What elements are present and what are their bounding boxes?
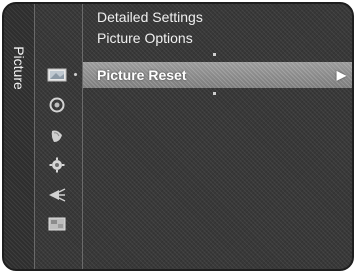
scroll-down-indicator xyxy=(213,92,216,95)
menu-item-picture-reset[interactable]: Picture Reset ▶ xyxy=(83,62,352,88)
picture-menu-list: Detailed Settings Picture Options Pictur… xyxy=(83,4,352,269)
tv-menu-frame: Picture Detailed Settings Picture Option… xyxy=(2,2,354,271)
picture-icon[interactable] xyxy=(46,66,77,84)
setup-icon[interactable] xyxy=(46,127,68,145)
category-label: Picture xyxy=(11,46,27,90)
submenu-arrow-icon: ▶ xyxy=(336,68,346,82)
support-icon[interactable] xyxy=(46,215,68,233)
menu-item-label: Picture Reset xyxy=(97,67,187,83)
menu-item-label: Detailed Settings xyxy=(97,9,203,25)
menu-icon-column xyxy=(34,4,83,269)
menu-item-picture-options[interactable]: Picture Options xyxy=(83,28,352,48)
menu-item-detailed-settings[interactable]: Detailed Settings xyxy=(83,7,352,27)
category-rail: Picture xyxy=(4,4,35,269)
scroll-up-indicator xyxy=(213,53,216,56)
input-icon[interactable] xyxy=(46,156,68,174)
application-icon[interactable] xyxy=(46,186,68,204)
menu-item-label: Picture Options xyxy=(97,30,193,46)
sound-icon[interactable] xyxy=(46,96,68,114)
